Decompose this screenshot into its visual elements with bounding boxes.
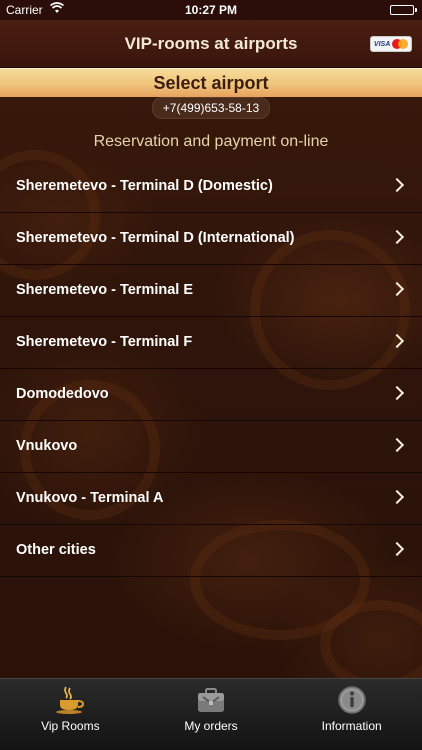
airport-row[interactable]: Vnukovo	[0, 421, 422, 473]
page-title: VIP-rooms at airports	[124, 34, 298, 53]
info-icon	[336, 685, 368, 720]
airport-name: Sheremetevo - Terminal D (Domestic)	[16, 178, 273, 194]
airport-row[interactable]: Sheremetevo - Terminal E	[0, 265, 422, 317]
section-header: Select airport	[0, 68, 422, 97]
airport-name: Sheremetevo - Terminal E	[16, 282, 194, 298]
chevron-right-icon	[389, 177, 405, 193]
status-bar: Carrier 10:27 PM	[0, 0, 422, 20]
tab-label: My orders	[184, 719, 238, 733]
airport-name: Sheremetevo - Terminal F	[16, 334, 193, 350]
airport-name: Other cities	[16, 542, 96, 558]
chevron-right-icon	[389, 489, 405, 505]
coffee-cup-icon	[54, 685, 86, 720]
mastercard-logo-icon	[392, 39, 409, 49]
section-title: Select airport	[153, 73, 269, 93]
status-time: 10:27 PM	[184, 3, 238, 17]
airport-name: Vnukovo - Terminal A	[16, 490, 164, 506]
tab-label: Vip Rooms	[41, 719, 100, 733]
airport-name: Vnukovo	[16, 438, 78, 454]
airport-row[interactable]: Domodedovo	[0, 369, 422, 421]
airport-row[interactable]: Vnukovo - Terminal A	[0, 473, 422, 525]
tab-information[interactable]: Information	[281, 679, 422, 750]
chevron-right-icon	[389, 437, 405, 453]
chevron-right-icon	[389, 385, 405, 401]
screen: Carrier 10:27 PM VIP-rooms at airports V…	[0, 0, 422, 750]
briefcase-icon	[195, 685, 227, 720]
phone-number-button[interactable]: +7(499)653-58-13	[152, 97, 270, 119]
chevron-right-icon	[389, 229, 405, 245]
tab-bar: Vip Rooms My orders Information	[0, 678, 422, 750]
payment-cards-icon[interactable]: VISA	[370, 36, 412, 52]
visa-logo: VISA	[373, 40, 391, 48]
airport-row[interactable]: Sheremetevo - Terminal D (International)	[0, 213, 422, 265]
chevron-right-icon	[389, 333, 405, 349]
airport-row[interactable]: Sheremetevo - Terminal D (Domestic)	[0, 161, 422, 213]
battery-icon	[390, 5, 417, 15]
chevron-right-icon	[389, 541, 405, 557]
airport-list: Sheremetevo - Terminal D (Domestic) Sher…	[0, 161, 422, 577]
decor-swirl	[320, 600, 422, 690]
airport-row[interactable]: Sheremetevo - Terminal F	[0, 317, 422, 369]
tab-vip-rooms[interactable]: Vip Rooms	[0, 679, 141, 750]
navigation-bar: VIP-rooms at airports VISA	[0, 20, 422, 68]
tab-label: Information	[321, 719, 382, 733]
subtitle: Reservation and payment on-line	[93, 133, 329, 150]
airport-row[interactable]: Other cities	[0, 525, 422, 577]
tab-my-orders[interactable]: My orders	[141, 679, 282, 750]
airport-name: Domodedovo	[16, 386, 109, 402]
chevron-right-icon	[389, 281, 405, 297]
airport-name: Sheremetevo - Terminal D (International)	[16, 230, 295, 246]
